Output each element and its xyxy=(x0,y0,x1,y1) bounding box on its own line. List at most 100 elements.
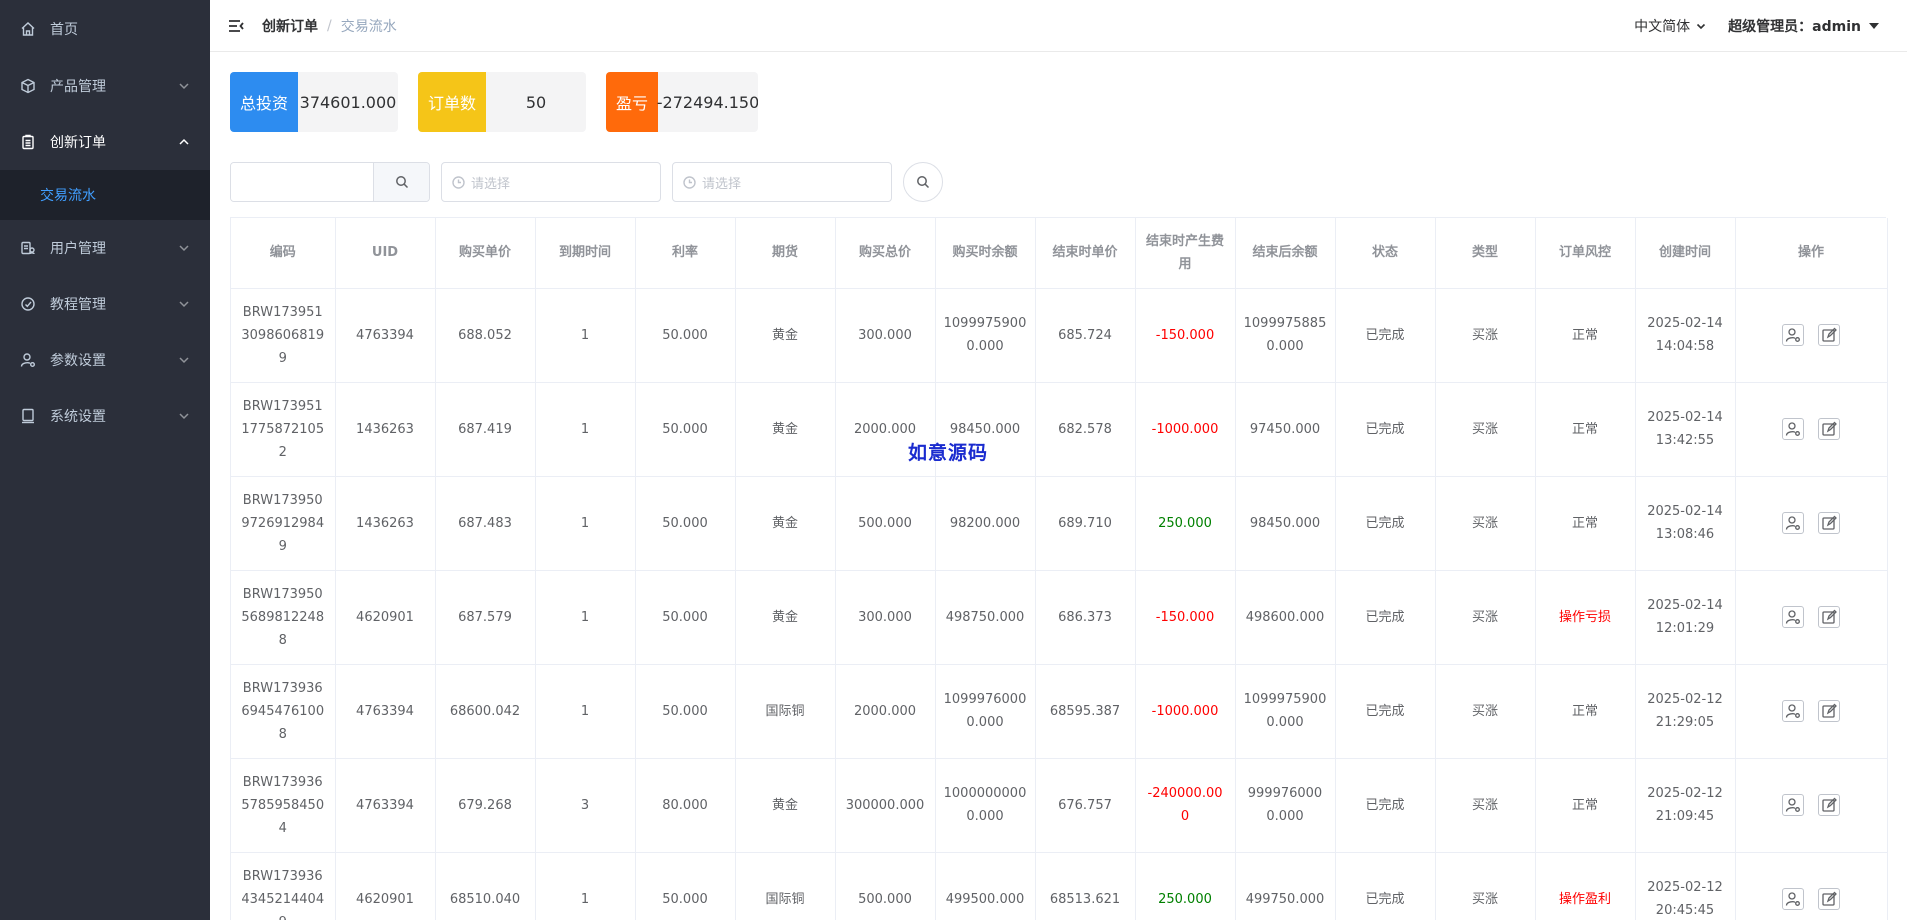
cell-risk: 正常 xyxy=(1535,758,1636,853)
cell-end-price: 685.724 xyxy=(1035,288,1136,383)
cell-rate: 50.000 xyxy=(635,382,736,477)
hamburger-icon[interactable] xyxy=(226,16,246,36)
sidebar-item-products[interactable]: 产品管理 xyxy=(0,58,210,114)
col-header: 操作 xyxy=(1735,218,1888,289)
chevron-down-icon xyxy=(178,410,190,422)
edit-button[interactable] xyxy=(1818,888,1840,910)
cell-status: 已完成 xyxy=(1335,382,1436,477)
sidebar-item-home[interactable]: 首页 xyxy=(0,0,210,58)
sidebar-item-label: 系统设置 xyxy=(50,409,106,425)
table-row: BRW1739366945476100 8 4763394 68600.042 … xyxy=(231,664,1888,759)
cell-fee: 250.000 xyxy=(1135,476,1236,571)
cell-actions xyxy=(1735,758,1888,853)
cell-actions xyxy=(1735,288,1888,383)
date-start-picker[interactable]: 请选择 xyxy=(441,162,661,202)
sidebar-item-users[interactable]: 用户管理 xyxy=(0,220,210,276)
sidebar-subitem-transactions[interactable]: 交易流水 xyxy=(0,170,210,220)
cell-created: 2025-02-14 14:04:58 xyxy=(1635,288,1736,383)
user-settings-icon xyxy=(20,352,36,368)
cell-type: 买涨 xyxy=(1435,382,1536,477)
col-header: 利率 xyxy=(635,218,736,289)
cell-balance-before: 10999759000.000 xyxy=(935,288,1036,383)
cell-futures: 国际铜 xyxy=(735,852,836,920)
cell-buy-total: 300000.000 xyxy=(835,758,936,853)
language-select[interactable]: 中文简体 xyxy=(1634,16,1706,36)
chevron-up-icon xyxy=(178,136,190,148)
cell-expiry: 1 xyxy=(535,476,636,571)
cell-buy-total: 500.000 xyxy=(835,476,936,571)
sidebar-item-params[interactable]: 参数设置 xyxy=(0,332,210,388)
table-row: BRW1739513098606819 9 4763394 688.052 1 … xyxy=(231,288,1888,383)
cell-expiry: 1 xyxy=(535,852,636,920)
col-header: 订单风控 xyxy=(1535,218,1636,289)
stat-label: 总投资 xyxy=(230,72,298,132)
user-settings-button[interactable] xyxy=(1782,794,1804,816)
stat-value: -272494.150 xyxy=(656,92,758,112)
user-settings-button[interactable] xyxy=(1782,606,1804,628)
cell-buy-price: 68600.042 xyxy=(435,664,536,759)
users-icon xyxy=(20,240,36,256)
cell-expiry: 1 xyxy=(535,382,636,477)
user-dropdown[interactable]: 超级管理员：admin xyxy=(1728,16,1879,36)
cell-balance-before: 98200.000 xyxy=(935,476,1036,571)
edit-button[interactable] xyxy=(1818,794,1840,816)
header-right: 中文简体 超级管理员：admin xyxy=(1634,0,1879,52)
search-circle-button[interactable] xyxy=(903,162,943,202)
table-row: BRW1739509726912984 9 1436263 687.483 1 … xyxy=(231,476,1888,571)
cell-balance-before: 10999760000.000 xyxy=(935,664,1036,759)
sidebar-item-tutorials[interactable]: 教程管理 xyxy=(0,276,210,332)
breadcrumb-item-orders[interactable]: 创新订单 xyxy=(262,16,318,36)
col-header: 购买时余额 xyxy=(935,218,1036,289)
col-header: UID xyxy=(335,218,436,289)
cell-fee: -150.000 xyxy=(1135,570,1236,665)
user-settings-button[interactable] xyxy=(1782,888,1804,910)
user-settings-button[interactable] xyxy=(1782,512,1804,534)
user-settings-button[interactable] xyxy=(1782,700,1804,722)
cell-buy-price: 679.268 xyxy=(435,758,536,853)
cell-code: BRW1739505689812248 8 xyxy=(231,570,336,665)
cell-uid: 4620901 xyxy=(335,852,436,920)
search-button[interactable] xyxy=(373,163,429,201)
user-settings-icon xyxy=(1785,422,1800,436)
table-row: BRW1739365785958450 4 4763394 679.268 3 … xyxy=(231,758,1888,853)
edit-icon xyxy=(1822,421,1837,436)
sidebar-item-orders[interactable]: 创新订单 xyxy=(0,114,210,170)
sidebar: 首页 产品管理 创新订单 交易流水 用户管理 教程管理 参数设置 系统设置 xyxy=(0,0,210,920)
cell-futures: 黄金 xyxy=(735,288,836,383)
user-label: 超级管理员：admin xyxy=(1728,19,1861,35)
cell-buy-total: 300.000 xyxy=(835,288,936,383)
cell-end-price: 682.578 xyxy=(1035,382,1136,477)
sidebar-item-label: 产品管理 xyxy=(50,79,106,95)
cell-balance-after: 10999759000.000 xyxy=(1235,664,1336,759)
cell-buy-total: 300.000 xyxy=(835,570,936,665)
cell-created: 2025-02-12 20:45:45 xyxy=(1635,852,1736,920)
cell-end-price: 676.757 xyxy=(1035,758,1136,853)
col-header: 期货 xyxy=(735,218,836,289)
cell-created: 2025-02-14 12:01:29 xyxy=(1635,570,1736,665)
user-settings-button[interactable] xyxy=(1782,418,1804,440)
search-icon xyxy=(395,176,408,189)
sidebar-item-label: 用户管理 xyxy=(50,241,106,257)
col-header: 结束时单价 xyxy=(1035,218,1136,289)
date-start-placeholder: 请选择 xyxy=(471,176,511,192)
col-header: 类型 xyxy=(1435,218,1536,289)
edit-button[interactable] xyxy=(1818,324,1840,346)
cell-buy-price: 688.052 xyxy=(435,288,536,383)
table-row: BRW1739364345214404 9 4620901 68510.040 … xyxy=(231,852,1888,920)
edit-button[interactable] xyxy=(1818,606,1840,628)
breadcrumb: 创新订单 / 交易流水 xyxy=(262,16,397,36)
user-settings-button[interactable] xyxy=(1782,324,1804,346)
sidebar-item-system[interactable]: 系统设置 xyxy=(0,388,210,444)
cell-balance-before: 498750.000 xyxy=(935,570,1036,665)
date-end-picker[interactable]: 请选择 xyxy=(672,162,892,202)
cell-fee: -240000.000 xyxy=(1135,758,1236,853)
edit-button[interactable] xyxy=(1818,700,1840,722)
compass-icon xyxy=(20,296,36,312)
col-header: 状态 xyxy=(1335,218,1436,289)
edit-button[interactable] xyxy=(1818,512,1840,534)
search-input[interactable] xyxy=(231,163,373,201)
edit-button[interactable] xyxy=(1818,418,1840,440)
chevron-down-icon xyxy=(178,80,190,92)
cell-rate: 50.000 xyxy=(635,852,736,920)
cell-actions xyxy=(1735,852,1888,920)
